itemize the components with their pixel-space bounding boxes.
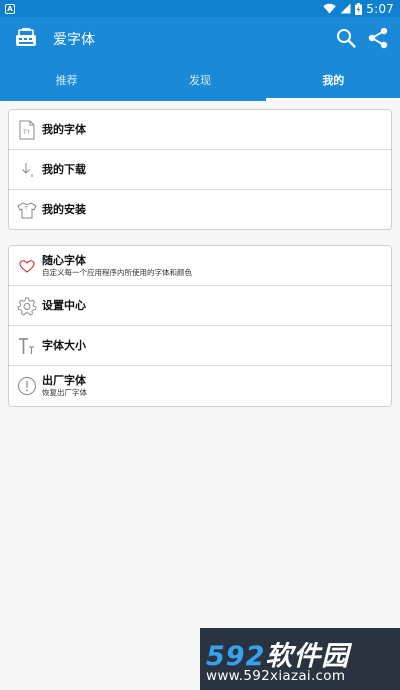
menu-item-my-downloads[interactable]: 我的下载 [9,150,391,190]
menu-item-my-installs[interactable]: T 我的安装 [9,190,391,229]
wifi-icon [323,3,336,14]
app-root: A 5:07 爱字体 推荐 发现 我的 Tт 我的字体 我的下载 T 我的安装 … [0,0,400,690]
menu-item-label: 字体大小 [42,339,86,352]
search-icon[interactable] [334,26,358,50]
menu-item-subtitle: 恢复出厂字体 [42,388,87,397]
menu-item-settings[interactable]: 设置中心 [9,286,391,326]
text-size-icon [19,338,34,354]
menu-item-label: 设置中心 [42,299,86,312]
exclamation-icon [18,377,36,395]
heart-icon [19,260,35,273]
menu-item-label: 我的下载 [42,163,86,176]
menu-item-subtitle: 自定义每一个应用程序内所使用的字体和颜色 [42,268,192,277]
share-icon[interactable] [366,26,390,50]
notification-icon: A [5,3,15,14]
menu-item-custom-font[interactable]: 随心字体 自定义每一个应用程序内所使用的字体和颜色 [9,246,391,286]
menu-item-label: 我的安装 [42,203,86,216]
tab-bar: 推荐 发现 我的 [0,59,400,101]
menu-item-label: 出厂字体 [42,374,86,387]
svg-text:Tт: Tт [22,129,31,136]
menu-item-factory-font[interactable]: 出厂字体 恢复出厂字体 [9,366,391,406]
menu-item-label: 我的字体 [42,123,86,136]
tab-indicator [266,98,400,101]
watermark-url: www.592xiazai.com [206,668,346,684]
app-bar: 爱字体 [0,17,400,59]
gear-icon [17,297,37,316]
signal-icon [340,3,351,14]
download-icon [22,163,33,177]
settings-section-card: 随心字体 自定义每一个应用程序内所使用的字体和颜色 设置中心 字体大小 出厂字体… [8,245,392,407]
menu-item-label: 随心字体 [42,254,86,267]
menu-item-font-size[interactable]: 字体大小 [9,326,391,366]
font-file-icon: Tт [19,120,35,140]
my-section-card: Tт 我的字体 我的下载 T 我的安装 [8,109,392,230]
app-title: 爱字体 [53,32,95,48]
tab-mine[interactable]: 我的 [267,59,400,101]
battery-icon [355,2,363,15]
tab-discover[interactable]: 发现 [133,59,266,101]
svg-text:T: T [24,206,29,212]
status-bar: A 5:07 [0,0,400,17]
shirt-icon: T [17,202,37,219]
tab-recommend[interactable]: 推荐 [0,59,133,101]
clock: 5:07 [366,1,394,16]
font-app-logo-icon [16,28,36,46]
menu-item-my-fonts[interactable]: Tт 我的字体 [9,110,391,150]
site-watermark: 592软件园 www.592xiazai.com [200,628,400,690]
